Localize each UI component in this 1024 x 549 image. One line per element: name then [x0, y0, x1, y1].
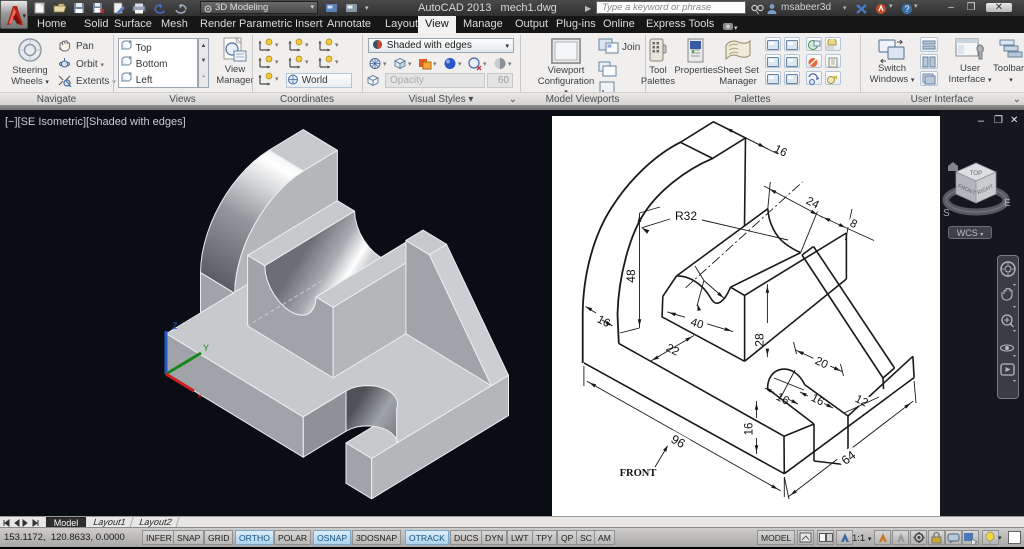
svg-text:E: E — [1004, 198, 1011, 209]
svg-text:▾: ▾ — [164, 8, 167, 14]
svg-text:16: 16 — [772, 143, 789, 160]
svg-text:TOP: TOP — [970, 171, 982, 177]
svg-text:R32: R32 — [675, 209, 697, 223]
svg-text:Z: Z — [172, 321, 178, 331]
svg-text:?: ? — [904, 4, 909, 14]
svg-text:Y: Y — [203, 343, 209, 353]
svg-text:▾: ▾ — [734, 25, 738, 32]
svg-text:×: × — [197, 391, 202, 401]
svg-text:▾: ▾ — [185, 8, 188, 14]
svg-text:FRONT: FRONT — [620, 468, 657, 479]
svg-text:48: 48 — [624, 269, 638, 283]
svg-text:16: 16 — [744, 423, 756, 436]
svg-text:16: 16 — [809, 392, 826, 409]
svg-text:28: 28 — [753, 333, 767, 347]
svg-text:16: 16 — [595, 314, 612, 331]
svg-text:S: S — [943, 208, 950, 219]
